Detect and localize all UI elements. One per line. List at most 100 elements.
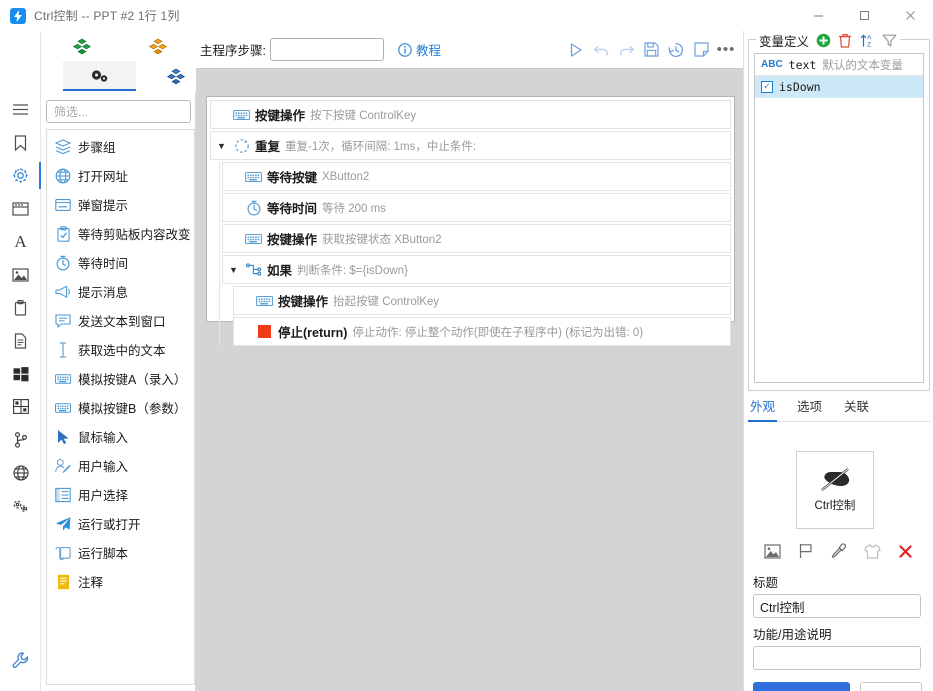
step-desc: 按下按键 ControlKey <box>310 109 417 122</box>
rail-document-icon[interactable] <box>0 324 41 357</box>
step-row[interactable]: 停止(return) 停止动作: 停止整个动作(即使在子程序中) (标记为出错: … <box>233 317 731 346</box>
flag-button[interactable] <box>797 542 814 560</box>
variable-name: isDown <box>779 79 821 94</box>
branch-icon <box>245 262 262 278</box>
plus-circle-icon <box>816 33 830 47</box>
action-item[interactable]: 用户输入 <box>47 451 194 480</box>
rail-image-icon[interactable] <box>0 258 41 291</box>
rail-text-a-icon: A <box>14 231 27 251</box>
variable-row[interactable]: ✓ isDown <box>755 76 923 98</box>
dialog-icon <box>55 197 71 213</box>
app-window: Ctrl控制 -- PPT #2 1行 1列 A 筛选... 步骤组 打开网址 … <box>0 0 933 691</box>
redo-button[interactable] <box>615 39 637 61</box>
rail-grid-apps-icon[interactable] <box>0 390 41 423</box>
undo-icon <box>593 45 608 56</box>
tab-orange-cubes[interactable] <box>121 31 194 61</box>
more-button[interactable]: ••• <box>715 39 737 61</box>
eyedropper-icon <box>831 543 846 558</box>
step-desc: 获取按键状态 XButton2 <box>322 233 442 246</box>
pick-image-button[interactable] <box>764 542 781 560</box>
step-row[interactable]: 等待按键 XButton2 <box>222 162 731 191</box>
script-icon <box>55 545 71 561</box>
undo-button[interactable] <box>590 39 612 61</box>
step-row[interactable]: 按键操作 抬起按键 ControlKey <box>233 286 731 315</box>
action-item[interactable]: 等待剪贴板内容改变 <box>47 219 194 248</box>
clock-icon <box>55 255 71 271</box>
shirt-button[interactable] <box>864 542 881 560</box>
step-desc: 重复-1次，循环间隔: 1ms，中止条件: <box>285 140 477 153</box>
tutorial-link[interactable]: 教程 <box>398 40 441 59</box>
action-item[interactable]: 运行脚本 <box>47 538 194 567</box>
twisty-icon[interactable]: ▼ <box>215 141 228 151</box>
rail-hamburger-icon[interactable] <box>0 93 41 126</box>
app-lightning-icon <box>10 7 26 24</box>
detail-tab[interactable]: 关联 <box>844 396 869 421</box>
action-item[interactable]: 等待时间 <box>47 248 194 277</box>
action-item[interactable]: 注释 <box>47 567 194 596</box>
appearance-thumbnail[interactable]: Ctrl控制 <box>796 451 874 529</box>
trash-icon <box>839 33 852 48</box>
variable-name: text <box>788 57 817 72</box>
eyedropper-button[interactable] <box>830 542 847 560</box>
step-row[interactable]: ▼ 如果 判断条件: $={isDown} <box>222 255 731 284</box>
history-button[interactable] <box>665 39 687 61</box>
action-item[interactable]: 运行或打开 <box>47 509 194 538</box>
sort-variable-button[interactable]: AZ <box>859 32 875 48</box>
program-steps-input[interactable] <box>269 38 384 61</box>
action-item[interactable]: 模拟按键B（参数） <box>47 393 194 422</box>
action-item[interactable]: 发送文本到窗口 <box>47 306 194 335</box>
speech-icon <box>55 313 71 329</box>
action-item[interactable]: 提示消息 <box>47 277 194 306</box>
action-item-label: 注释 <box>78 576 104 590</box>
variable-row[interactable]: ABC text 默认的文本变量 <box>755 54 923 76</box>
info-icon <box>398 42 412 57</box>
action-item-label: 弹窗提示 <box>78 199 129 213</box>
tutorial-label: 教程 <box>415 44 441 58</box>
cancel-button[interactable]: 取消 <box>860 682 922 691</box>
step-row[interactable]: 按键操作 按下按键 ControlKey <box>210 100 731 129</box>
add-variable-button[interactable] <box>815 32 831 48</box>
save-button[interactable]: 保存(S) <box>753 682 850 691</box>
minimize-button[interactable] <box>795 0 841 31</box>
filter-variable-button[interactable] <box>881 32 897 48</box>
run-button[interactable] <box>565 39 587 61</box>
filter-box: ✕ <box>46 100 224 123</box>
rail-git-branch-icon[interactable] <box>0 423 41 456</box>
step-title: 等待按键 <box>267 171 318 185</box>
rail-gears-icon[interactable] <box>0 489 41 522</box>
action-item[interactable]: 模拟按键A（录入） <box>47 364 194 393</box>
title-input[interactable] <box>753 594 921 618</box>
detail-tab[interactable]: 外观 <box>747 396 778 422</box>
save-button[interactable] <box>640 39 662 61</box>
step-title: 重复 <box>255 140 281 154</box>
rail-globe-icon[interactable] <box>0 456 41 489</box>
step-row[interactable]: ▼ 重复 重复-1次，循环间隔: 1ms，中止条件: <box>210 131 731 160</box>
clear-button[interactable] <box>897 542 914 560</box>
checkbox-icon[interactable]: ✓ <box>761 80 773 93</box>
rail-gear-icon[interactable] <box>0 159 42 192</box>
rail-clipboard-icon[interactable] <box>0 291 41 324</box>
rail-bookmark-icon[interactable] <box>0 126 41 159</box>
twisty-icon[interactable]: ▼ <box>227 265 240 275</box>
step-row[interactable]: 等待时间 等待 200 ms <box>222 193 731 222</box>
action-item[interactable]: 鼠标输入 <box>47 422 194 451</box>
description-input[interactable] <box>753 646 921 670</box>
tab-green-cubes[interactable] <box>45 31 118 61</box>
action-item[interactable]: 用户选择 <box>47 480 194 509</box>
detail-tab[interactable]: 选项 <box>797 396 822 421</box>
tab-gears[interactable] <box>63 61 136 91</box>
rail-windows-logo-icon[interactable] <box>0 357 41 390</box>
filter-input[interactable] <box>47 101 213 122</box>
action-item[interactable]: 步骤组 <box>47 132 194 161</box>
action-item[interactable]: 弹窗提示 <box>47 190 194 219</box>
note-button[interactable] <box>690 39 712 61</box>
rail-wrench-icon[interactable] <box>0 644 41 677</box>
close-button[interactable] <box>887 0 933 31</box>
rail-window-icon[interactable] <box>0 192 41 225</box>
step-row[interactable]: 按键操作 获取按键状态 XButton2 <box>222 224 731 253</box>
dialog-buttons: 保存(S) 取消 <box>753 682 922 691</box>
action-item[interactable]: 获取选中的文本 <box>47 335 194 364</box>
action-item[interactable]: 打开网址 <box>47 161 194 190</box>
delete-variable-button[interactable] <box>837 32 853 48</box>
maximize-button[interactable] <box>841 0 887 31</box>
